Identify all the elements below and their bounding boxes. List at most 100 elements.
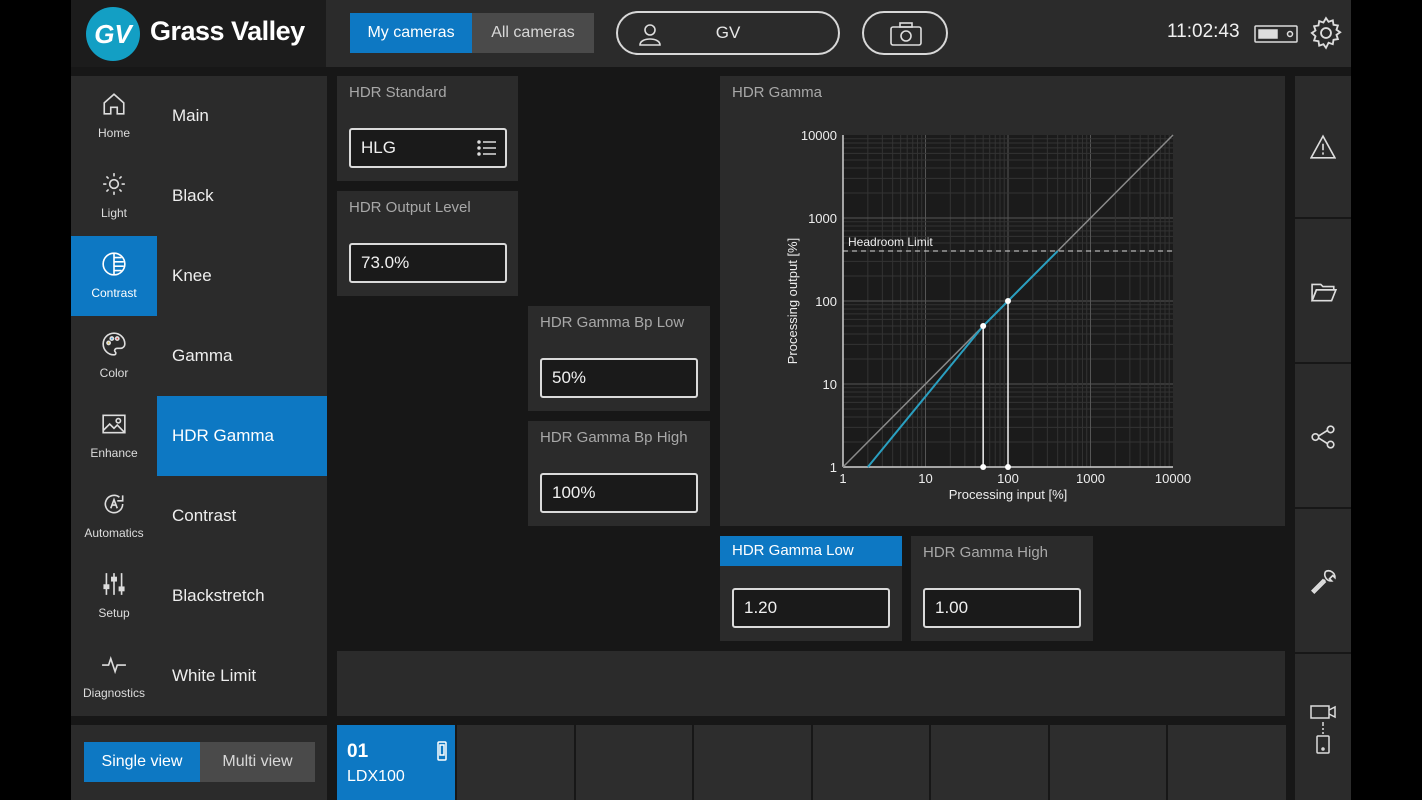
y-tick-label: 100	[815, 294, 837, 309]
x-tick-label: 10000	[1155, 471, 1191, 486]
sidebar-item-color[interactable]: Color	[71, 316, 157, 396]
gamma-low-field[interactable]: 1.20	[732, 588, 890, 628]
headroom-limit-label: Headroom Limit	[848, 235, 933, 249]
x-axis-title: Processing input [%]	[949, 487, 1068, 502]
hdr-output-level-panel: HDR Output Level 73.0%	[337, 191, 518, 296]
camera-strip: 01 LDX100	[337, 725, 1286, 800]
clock: 11:02:43	[1167, 21, 1240, 42]
camera-model: LDX100	[347, 768, 405, 785]
right-rail	[1295, 76, 1351, 800]
breakpoint-marker	[980, 322, 987, 329]
x-tick-label: 1	[839, 471, 846, 486]
hdr-standard-panel: HDR Standard HLG	[337, 76, 518, 181]
hdr-gamma-chart-panel: HDR Gamma 1 10 100 1000 10000 1 10 100 1000 10000…	[720, 76, 1285, 526]
share-icon	[1311, 425, 1335, 449]
brand-logo: GV Grass Valley	[71, 0, 326, 67]
brand-name: Grass Valley	[150, 16, 305, 46]
hdr-standard-label: HDR Standard	[349, 84, 447, 101]
submenu-item-black[interactable]: Black	[157, 156, 327, 236]
auto-icon	[104, 494, 124, 514]
x-tick-label: 100	[997, 471, 1019, 486]
warning-icon	[1310, 134, 1336, 159]
logo-mark: GV	[86, 7, 140, 61]
contrast-submenu: Main Black Knee Gamma HDR Gamma Contrast…	[157, 76, 327, 716]
breakpoint-axis-marker	[980, 464, 987, 470]
hdr-standard-select[interactable]: HLG	[349, 128, 507, 168]
view-toggle-area: Single view Multi view	[71, 725, 327, 800]
palette-icon	[102, 332, 126, 356]
sun-icon	[103, 173, 125, 195]
submenu-item-contrast[interactable]: Contrast	[157, 476, 327, 556]
submenu-item-gamma[interactable]: Gamma	[157, 316, 327, 396]
files-button[interactable]	[1295, 221, 1351, 364]
camera-remote-button[interactable]	[1295, 656, 1351, 799]
mobile-icon	[437, 741, 447, 761]
hdr-gamma-chart: 1 10 100 1000 10000 1 10 100 1000 10000 Processing…	[785, 128, 1191, 502]
sidebar-item-label: Setup	[98, 606, 130, 620]
gamma-low-panel: HDR Gamma Low 1.20	[720, 536, 902, 641]
bp-low-field[interactable]: 50%	[540, 358, 698, 398]
hdr-output-level-field[interactable]: 73.0%	[349, 243, 507, 283]
gamma-high-field[interactable]: 1.00	[923, 588, 1081, 628]
folder-icon	[1310, 283, 1338, 302]
camera-icon	[890, 22, 922, 46]
camera-slot[interactable]	[1166, 725, 1286, 800]
camera-slot[interactable]	[1048, 725, 1166, 800]
wrench-icon	[1311, 569, 1336, 594]
gamma-high-panel: HDR Gamma High 1.00	[911, 536, 1093, 641]
bp-high-label: HDR Gamma Bp High	[540, 429, 688, 446]
sliders-icon	[103, 573, 125, 595]
camera-number: 01	[347, 741, 369, 762]
snapshot-button[interactable]	[862, 11, 948, 55]
user-selector[interactable]: GV	[616, 11, 840, 55]
camera-slot[interactable]	[811, 725, 929, 800]
camera-slot[interactable]	[929, 725, 1048, 800]
gamma-low-label: HDR Gamma Low	[720, 536, 902, 566]
sidebar-item-label: Automatics	[84, 526, 144, 540]
sidebar-item-enhance[interactable]: Enhance	[71, 396, 157, 476]
submenu-item-knee[interactable]: Knee	[157, 236, 327, 316]
submenu-item-main[interactable]: Main	[157, 76, 327, 156]
sidebar-item-diagnostics[interactable]: Diagnostics	[71, 636, 157, 716]
hdr-standard-value: HLG	[361, 138, 396, 157]
tools-button[interactable]	[1295, 511, 1351, 654]
sidebar-item-home[interactable]: Home	[71, 76, 157, 156]
single-view-button[interactable]: Single view	[84, 742, 200, 782]
submenu-item-blackstretch[interactable]: Blackstretch	[157, 556, 327, 636]
pulse-icon	[102, 656, 126, 675]
sidebar-item-automatics[interactable]: Automatics	[71, 476, 157, 556]
camera-slot-active[interactable]: 01 LDX100	[337, 725, 455, 800]
contrast-icon	[102, 252, 126, 276]
y-axis-title: Processing output [%]	[785, 238, 800, 364]
top-bar: GV Grass Valley My cameras All cameras G…	[71, 0, 1351, 67]
sidebar-item-setup[interactable]: Setup	[71, 556, 157, 636]
camera-slot[interactable]	[455, 725, 574, 800]
sidebar-item-light[interactable]: Light	[71, 156, 157, 236]
bp-low-label: HDR Gamma Bp Low	[540, 314, 685, 331]
submenu-item-hdr-gamma[interactable]: HDR Gamma	[157, 396, 327, 476]
sidebar-item-contrast[interactable]: Contrast	[71, 236, 157, 316]
share-button[interactable]	[1295, 366, 1351, 509]
battery-icon	[1254, 25, 1298, 43]
camera-slot[interactable]	[574, 725, 692, 800]
sidebar-item-label: Light	[100, 206, 128, 220]
sidebar-item-label: Contrast	[91, 286, 137, 300]
camera-remote-icon	[1310, 705, 1336, 754]
camera-slot[interactable]	[692, 725, 811, 800]
gear-icon[interactable]	[1309, 16, 1343, 50]
status-bar	[337, 651, 1285, 716]
y-tick-label: 1	[830, 460, 837, 475]
alerts-button[interactable]	[1295, 76, 1351, 219]
multi-view-button[interactable]: Multi view	[200, 742, 315, 782]
x-tick-label: 1000	[1076, 471, 1105, 486]
main-sidebar: Home Light Contrast Color Enhance Automa…	[71, 76, 157, 716]
bp-high-field[interactable]: 100%	[540, 473, 698, 513]
submenu-item-white-limit[interactable]: White Limit	[157, 636, 327, 716]
bp-low-panel: HDR Gamma Bp Low 50%	[528, 306, 710, 411]
image-icon	[102, 414, 126, 434]
tab-my-cameras[interactable]: My cameras	[350, 13, 472, 53]
tab-all-cameras[interactable]: All cameras	[472, 13, 594, 53]
breakpoint-axis-marker	[1005, 464, 1011, 470]
hdr-output-level-label: HDR Output Level	[349, 199, 471, 216]
bp-high-panel: HDR Gamma Bp High 100%	[528, 421, 710, 526]
